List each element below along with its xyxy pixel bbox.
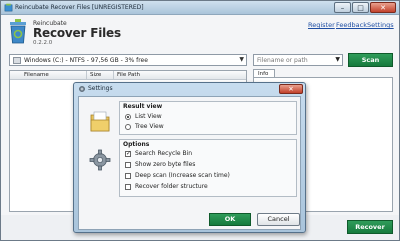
radio-icon[interactable]	[125, 124, 131, 130]
folder-icon	[90, 111, 110, 132]
options-group: Options Search Recycle Bin Show zero byt…	[119, 139, 297, 197]
minimize-button[interactable]: –	[334, 2, 351, 13]
chevron-down-icon: ▼	[239, 56, 244, 63]
recycle-bin-logo-icon	[10, 19, 26, 44]
cancel-button[interactable]: Cancel	[257, 213, 300, 226]
drive-selected-value: Windows (C:) - NTFS - 97,56 GB - 3% free	[24, 57, 148, 64]
window-title: Reincubate Recover Files [UNREGISTERED]	[15, 4, 144, 11]
column-filename[interactable]: Filename	[24, 72, 49, 78]
filename-filter-placeholder: Filename or path	[257, 57, 308, 64]
maximize-button[interactable]: □	[352, 2, 369, 13]
result-view-title: Result view	[123, 103, 163, 110]
search-recycle-bin-label: Search Recycle Bin	[135, 150, 193, 157]
settings-link[interactable]: Settings	[367, 21, 394, 29]
show-zero-byte-label: Show zero byte files	[135, 161, 196, 168]
file-list-header: Filename Size File Path	[10, 71, 246, 80]
options-title: Options	[123, 141, 150, 148]
checkbox-icon[interactable]	[125, 162, 131, 168]
drive-icon	[13, 57, 21, 64]
recover-button[interactable]: Recover	[347, 220, 393, 234]
title-bar[interactable]: Reincubate Recover Files [UNREGISTERED] …	[1, 1, 399, 15]
tree-view-label: Tree View	[135, 123, 164, 130]
dialog-title: Settings	[88, 85, 113, 92]
feedback-link[interactable]: Feedback	[336, 21, 367, 29]
deep-scan-label: Deep scan (Increase scan time)	[135, 172, 230, 179]
checkbox-icon[interactable]	[125, 184, 131, 190]
close-icon: ✕	[288, 85, 294, 93]
maximize-icon: □	[357, 4, 364, 12]
app-version: 0.2.2.0	[33, 40, 53, 46]
recover-folder-structure-label: Recover folder structure	[135, 183, 208, 190]
drive-select[interactable]: Windows (C:) - NTFS - 97,56 GB - 3% free…	[9, 54, 247, 66]
column-file-path[interactable]: File Path	[117, 72, 140, 78]
close-icon: ✕	[380, 4, 386, 12]
brand-product: Recover Files	[33, 26, 121, 40]
checkbox-checked-icon[interactable]	[125, 150, 131, 157]
close-button[interactable]: ✕	[370, 2, 396, 13]
chevron-down-icon: ▼	[335, 56, 340, 63]
radio-selected-icon[interactable]	[125, 114, 131, 120]
minimize-icon: –	[340, 4, 345, 12]
dialog-close-button[interactable]: ✕	[279, 84, 303, 94]
settings-gear-icon	[79, 86, 85, 92]
ok-button[interactable]: OK	[209, 213, 251, 226]
gear-icon	[89, 149, 111, 171]
filename-filter-input[interactable]: Filename or path ▼	[253, 54, 343, 66]
scan-button[interactable]: Scan	[348, 53, 393, 67]
column-divider[interactable]	[86, 71, 87, 80]
list-view-label: List View	[135, 113, 162, 120]
result-view-group: Result view List View Tree View	[119, 101, 297, 135]
settings-dialog: Settings ✕ Result view List View Tree Vi…	[73, 82, 306, 233]
column-size[interactable]: Size	[90, 72, 101, 78]
register-link[interactable]: Register	[308, 21, 335, 29]
dialog-body: Result view List View Tree View Options …	[78, 96, 301, 230]
column-divider[interactable]	[113, 71, 114, 80]
checkbox-icon[interactable]	[125, 173, 131, 179]
app-icon	[4, 3, 13, 12]
